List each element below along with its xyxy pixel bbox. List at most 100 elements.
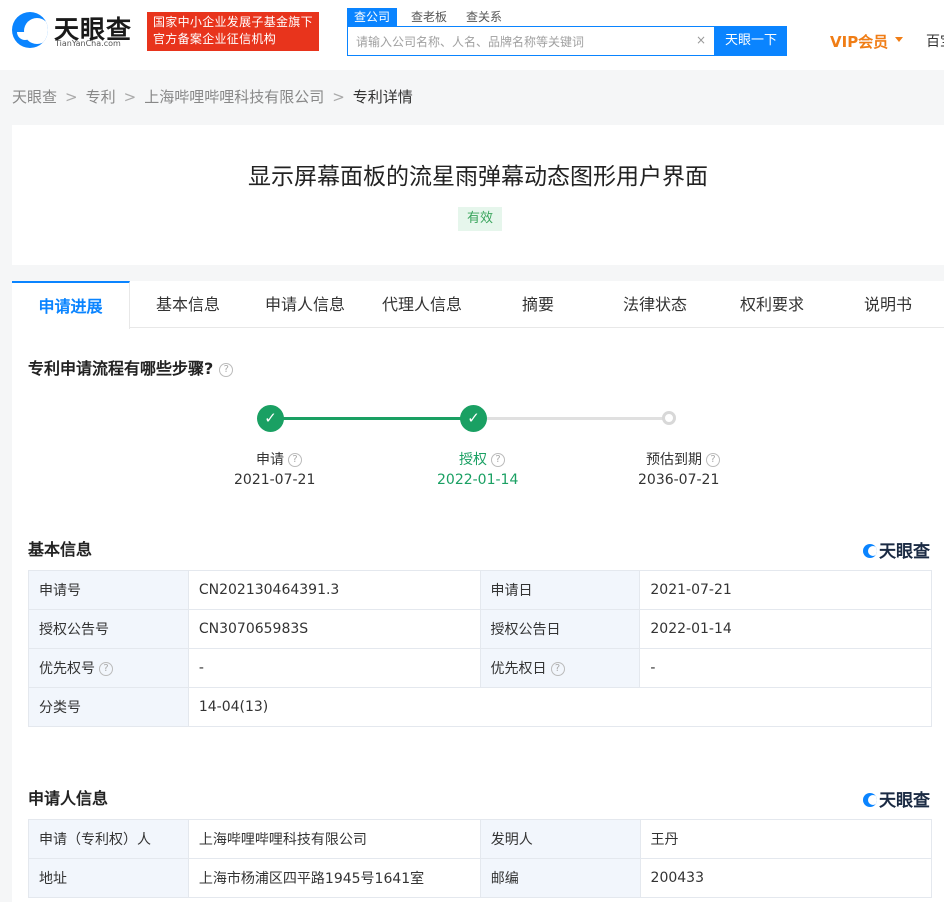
field-label: 申请日 [479, 570, 641, 610]
table-row: 申请号 CN202130464391.3 申请日 2021-07-21 [28, 570, 932, 610]
search-box: × [347, 26, 715, 56]
step-label-expiry: 预估到期? [646, 449, 720, 469]
field-value: 14-04(13) [187, 687, 933, 727]
watermark-text: 天眼查 [879, 791, 930, 811]
official-badge: 国家中小企业发展子基金旗下 官方备案企业征信机构 [147, 12, 319, 51]
field-value: CN307065983S [187, 609, 481, 649]
applicant-info-table: 申请（专利权）人 上海哔哩哔哩科技有限公司 发明人 王丹 地址 上海市杨浦区四平… [28, 819, 933, 898]
breadcrumb-home[interactable]: 天眼查 [12, 86, 57, 107]
process-question[interactable]: 专利申请流程有哪些步骤?? [28, 355, 234, 379]
step-date-apply: 2021-07-21 [234, 472, 316, 488]
help-icon[interactable]: ? [288, 453, 302, 467]
table-row: 申请（专利权）人 上海哔哩哔哩科技有限公司 发明人 王丹 [28, 819, 933, 859]
chevron-down-icon[interactable] [895, 37, 903, 42]
process-question-text: 专利申请流程有哪些步骤? [28, 359, 214, 378]
applicant-company-link[interactable]: 上海哔哩哔哩科技有限公司 [187, 819, 481, 859]
status-badge: 有效 [458, 207, 502, 231]
field-value: - [187, 648, 481, 688]
tianyancha-watermark: 天眼查 [863, 786, 930, 811]
help-icon[interactable]: ? [99, 662, 113, 676]
tab-abstract[interactable]: 摘要 [480, 281, 596, 328]
field-label: 分类号 [28, 687, 189, 727]
progress-line-done [270, 417, 472, 420]
step-label-text: 授权 [459, 452, 487, 468]
tab-applicant[interactable]: 申请人信息 [246, 281, 364, 328]
tianyancha-logo[interactable]: 天眼查 TianYanCha.com [12, 10, 138, 50]
field-label: 申请（专利权）人 [28, 819, 189, 859]
breadcrumb-patent[interactable]: 专利 [86, 86, 116, 107]
breadcrumb: 天眼查 > 专利 > 上海哔哩哔哩科技有限公司 > 专利详情 [12, 86, 413, 108]
logo-domain: TianYanCha.com [55, 39, 121, 48]
step-date-grant: 2022-01-14 [437, 472, 519, 488]
search-tab-relation[interactable]: 查关系 [466, 8, 502, 26]
tab-basic-info[interactable]: 基本信息 [130, 281, 246, 328]
pending-step-dot [662, 411, 676, 425]
step-label-apply: 申请? [256, 449, 302, 469]
logo-eye-icon [863, 544, 877, 558]
field-value: CN202130464391.3 [187, 570, 481, 610]
breadcrumb-current: 专利详情 [352, 88, 413, 106]
field-value: 王丹 [639, 819, 933, 859]
patent-title: 显示屏幕面板的流星雨弹幕动态图形用户界面 [248, 164, 708, 190]
vip-member-link[interactable]: VIP会员 [830, 31, 888, 52]
top-header: 天眼查 TianYanCha.com 国家中小企业发展子基金旗下 官方备案企业征… [0, 0, 944, 70]
chevron-right-icon: > [123, 88, 137, 106]
field-value: 2022-01-14 [639, 609, 932, 649]
field-label: 授权公告号 [28, 609, 189, 649]
logo-eye-icon [863, 793, 877, 807]
help-icon[interactable]: ? [219, 362, 234, 377]
field-label-text: 优先权日 [490, 661, 547, 677]
chevron-right-icon: > [65, 88, 78, 106]
check-icon: ✓ [257, 405, 284, 432]
step-label-text: 申请 [256, 452, 284, 468]
help-icon[interactable]: ? [491, 453, 505, 467]
watermark-text: 天眼查 [879, 542, 930, 562]
field-label: 地址 [28, 858, 189, 898]
badge-line-1: 国家中小企业发展子基金旗下 [153, 15, 313, 29]
search-button[interactable]: 天眼一下 [715, 26, 787, 56]
step-label-text: 预估到期 [646, 452, 702, 468]
patent-title-card: 显示屏幕面板的流星雨弹幕动态图形用户界面 有效 [12, 125, 944, 265]
breadcrumb-company[interactable]: 上海哔哩哔哩科技有限公司 [144, 86, 324, 107]
field-label-priority-no: 优先权号? [28, 648, 189, 688]
step-date-expiry: 2036-07-21 [638, 472, 720, 488]
step-label-grant: 授权? [459, 449, 505, 469]
help-icon[interactable]: ? [706, 453, 720, 467]
tab-progress[interactable]: 申请进展 [12, 281, 130, 329]
basic-info-table: 申请号 CN202130464391.3 申请日 2021-07-21 授权公告… [28, 570, 933, 727]
table-row: 分类号 14-04(13) [28, 687, 933, 727]
field-label: 邮编 [479, 858, 641, 898]
field-label: 授权公告日 [479, 609, 641, 649]
field-label: 申请号 [28, 570, 189, 610]
table-row: 优先权号? - 优先权日? - [28, 648, 932, 688]
field-value: 2021-07-21 [639, 570, 932, 610]
tab-agent[interactable]: 代理人信息 [364, 281, 480, 328]
patent-detail-card: 申请进展 基本信息 申请人信息 代理人信息 摘要 法律状态 权利要求 说明书 专… [12, 281, 944, 902]
basic-info-title: 基本信息 [28, 540, 93, 559]
chevron-right-icon: > [332, 88, 345, 106]
table-row: 地址 上海市杨浦区四平路1945号1641室 邮编 200433 [28, 858, 933, 898]
field-label-priority-date: 优先权日? [479, 648, 641, 688]
applicant-info-title: 申请人信息 [28, 789, 109, 808]
field-label: 发明人 [479, 819, 641, 859]
badge-line-2: 官方备案企业征信机构 [153, 32, 277, 46]
logo-eye-icon [12, 12, 48, 48]
search-tab-company[interactable]: 查公司 [347, 8, 398, 26]
progress-steps: ✓ ✓ 申请? 2021-07-21 授权? 2022-01-14 预估到期? … [12, 401, 944, 501]
help-icon[interactable]: ? [550, 662, 565, 676]
field-label-text: 优先权号 [39, 661, 95, 677]
field-value: - [639, 648, 932, 688]
tianyancha-watermark: 天眼查 [863, 537, 930, 562]
tab-legal-status[interactable]: 法律状态 [596, 281, 714, 328]
progress-line-pending [473, 417, 669, 420]
table-row: 授权公告号 CN307065983S 授权公告日 2022-01-14 [28, 609, 932, 649]
detail-tabs: 申请进展 基本信息 申请人信息 代理人信息 摘要 法律状态 权利要求 说明书 [12, 281, 944, 329]
field-value: 上海市杨浦区四平路1945号1641室 [187, 858, 481, 898]
tab-description[interactable]: 说明书 [830, 281, 944, 328]
toolbox-link[interactable]: 百宝箱 [926, 31, 944, 51]
search-tab-boss[interactable]: 查老板 [411, 8, 447, 26]
search-input[interactable] [356, 33, 686, 51]
clear-icon[interactable]: × [696, 33, 706, 47]
tab-claims[interactable]: 权利要求 [714, 281, 830, 328]
check-icon: ✓ [460, 405, 487, 432]
